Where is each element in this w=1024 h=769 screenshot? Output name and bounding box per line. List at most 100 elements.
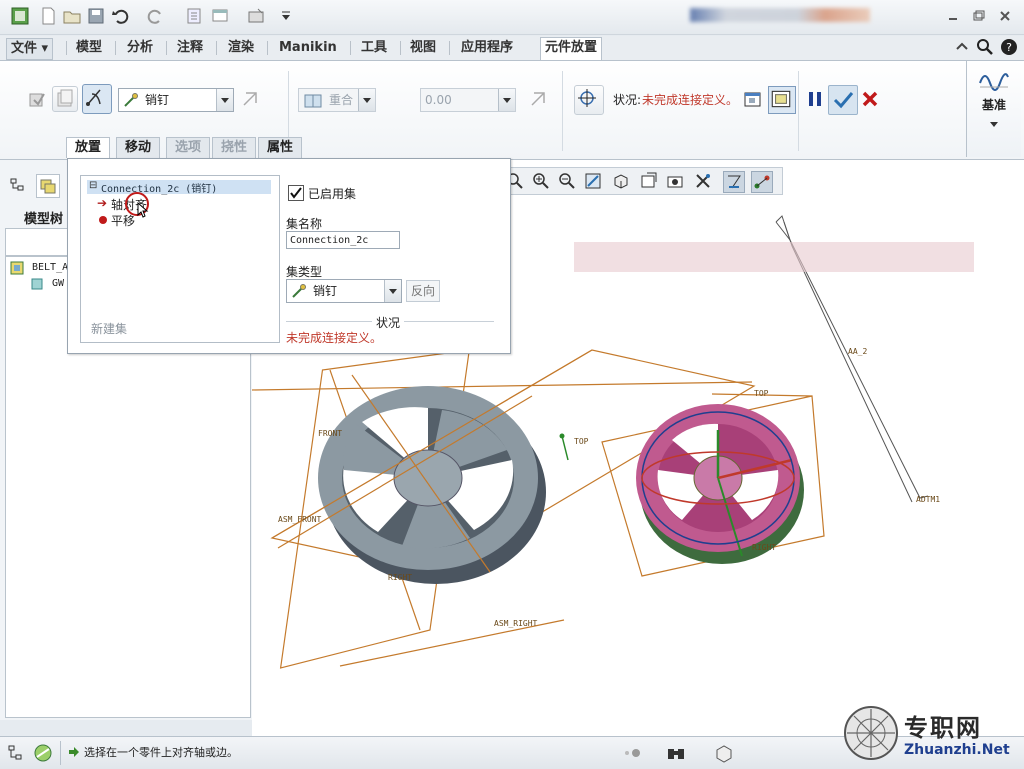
model-tree-icon[interactable] [8, 176, 28, 196]
search-icon[interactable] [976, 38, 994, 56]
progress-dots [622, 747, 652, 757]
watermark-text-cn: 专职网 [904, 714, 982, 742]
tree-item-gw[interactable]: GW [52, 278, 64, 289]
status-message: 未完成连接定义。 [286, 331, 383, 345]
subtab-placement[interactable]: 放置 [66, 137, 111, 158]
separate-window-icon[interactable] [742, 88, 764, 110]
placement-panel: ⊟ Connection_2c (销钉) ➔ 轴对齐 平移 新建集 已启用集 集… [67, 158, 511, 354]
offset-value-input[interactable]: 0.00 [420, 88, 516, 112]
new-set-link[interactable]: 新建集 [91, 320, 127, 337]
collapse-icon[interactable]: ⊟ [89, 180, 97, 191]
label-right-2: RIGHT [752, 543, 776, 552]
label-asm-front: ASM_FRONT [278, 515, 322, 524]
chevron-down-icon [498, 89, 515, 111]
minimize-icon[interactable] [946, 9, 960, 23]
chevron-down-icon [358, 89, 375, 111]
subtab-move[interactable]: 移动 [116, 137, 161, 158]
flip-direction-icon[interactable] [240, 89, 260, 109]
connection-type-value: 销钉 [145, 93, 170, 107]
set-name-label: 集名称 [286, 217, 323, 231]
label-right: RIGHT [388, 573, 412, 582]
new-file-icon[interactable] [38, 6, 58, 26]
blurred-overlay [574, 242, 974, 272]
tab-render[interactable]: 渲染 [224, 38, 258, 58]
svg-text:?: ? [1006, 41, 1012, 54]
coincident-icon [304, 93, 322, 108]
redo-icon[interactable] [146, 6, 166, 26]
arrow-right-icon [68, 746, 80, 758]
close-window-icon[interactable] [246, 6, 266, 26]
subtab-flexibility[interactable]: 挠性 [212, 137, 257, 158]
selection-filter-icon[interactable] [712, 741, 736, 765]
regenerate-icon[interactable] [184, 6, 204, 26]
browser-icon[interactable] [32, 742, 54, 764]
label-aa2: AA_2 [848, 347, 867, 356]
set-name-input[interactable]: Connection_2c [286, 231, 400, 249]
chevron-down-icon [990, 117, 998, 127]
tab-model[interactable]: 模型 [72, 38, 106, 58]
error-dot-icon [99, 216, 107, 224]
binoculars-icon[interactable] [664, 741, 688, 765]
user-defined-icon[interactable] [24, 86, 50, 112]
assembly-icon [10, 261, 24, 275]
mechanism-connection-icon[interactable] [82, 84, 112, 114]
pin-joint-icon [291, 283, 307, 299]
chevron-down-icon [216, 89, 233, 111]
set-type-label: 集类型 [286, 265, 323, 279]
watermark-text-en: Zhuanzhi.Net [904, 742, 1010, 758]
quick-access-toolbar [0, 0, 1024, 35]
windows-icon[interactable] [210, 6, 230, 26]
save-icon[interactable] [86, 6, 106, 26]
tab-applications[interactable]: 应用程序 [457, 38, 517, 58]
tab-component-placement[interactable]: 元件放置 [540, 37, 603, 60]
flip-button[interactable]: 反向 [406, 280, 440, 302]
customize-toolbar-icon[interactable] [276, 6, 296, 26]
cancel-button[interactable] [860, 89, 880, 109]
close-icon[interactable] [998, 9, 1012, 23]
connection-title: Connection_2c (销钉) [101, 184, 218, 195]
enabled-set-checkbox[interactable] [288, 185, 304, 201]
datum-wave-icon [978, 65, 1010, 93]
tree-toggle-icon[interactable] [6, 743, 26, 763]
tab-annotate[interactable]: 注释 [173, 38, 207, 58]
enabled-set-label: 已启用集 [308, 187, 357, 201]
connection-set-list: ⊟ Connection_2c (销钉) ➔ 轴对齐 平移 新建集 [80, 175, 280, 343]
datum-label: 基准 [981, 98, 1006, 112]
label-front: FRONT [318, 429, 342, 438]
part-icon [30, 277, 44, 291]
watermark-logo-icon [842, 704, 900, 762]
set-type-select[interactable]: 销钉 [286, 279, 402, 303]
tab-tools[interactable]: 工具 [357, 38, 391, 58]
offset-type-select[interactable]: 重合 [298, 88, 376, 112]
app-icon[interactable] [10, 6, 30, 26]
connection-type-select[interactable]: 销钉 [118, 88, 234, 112]
tab-file[interactable]: 文件 ▾ [6, 38, 54, 60]
constraint-icon[interactable] [52, 86, 78, 112]
tab-analysis[interactable]: 分析 [123, 38, 157, 58]
subtab-options[interactable]: 选项 [166, 137, 211, 158]
mouse-cursor-icon [137, 201, 149, 218]
datum-group[interactable]: 基准 [966, 61, 1021, 157]
tree-item-belt[interactable]: BELT_A [32, 262, 68, 273]
status-message-bar: 选择在一个零件上对齐轴或边。 [84, 746, 238, 759]
restore-icon[interactable] [972, 9, 986, 23]
ribbon-tabs: 文件 ▾ 模型 分析 注释 渲染 Manikin 工具 视图 应用程序 元件放置… [0, 36, 1024, 60]
help-icon[interactable]: ? [1000, 38, 1018, 56]
label-asm-right: ASM_RIGHT [494, 619, 538, 628]
tab-manikin[interactable]: Manikin [275, 38, 341, 58]
subtab-properties[interactable]: 属性 [258, 137, 303, 158]
flip-offset-icon[interactable] [528, 89, 548, 109]
layer-tree-icon[interactable] [36, 174, 60, 198]
open-folder-icon[interactable] [62, 6, 82, 26]
label-top: TOP [574, 437, 589, 446]
tab-view[interactable]: 视图 [406, 38, 440, 58]
blurred-title [690, 8, 870, 22]
move-component-icon[interactable] [574, 85, 604, 115]
assembly-window-icon[interactable] [768, 86, 796, 114]
confirm-button[interactable] [828, 85, 858, 115]
pause-icon[interactable] [806, 89, 824, 109]
undo-icon[interactable] [110, 6, 130, 26]
collapse-ribbon-icon[interactable] [954, 39, 970, 55]
status-value: 未完成连接定义。 [642, 93, 739, 107]
constraint-translate[interactable]: 平移 [111, 212, 135, 229]
